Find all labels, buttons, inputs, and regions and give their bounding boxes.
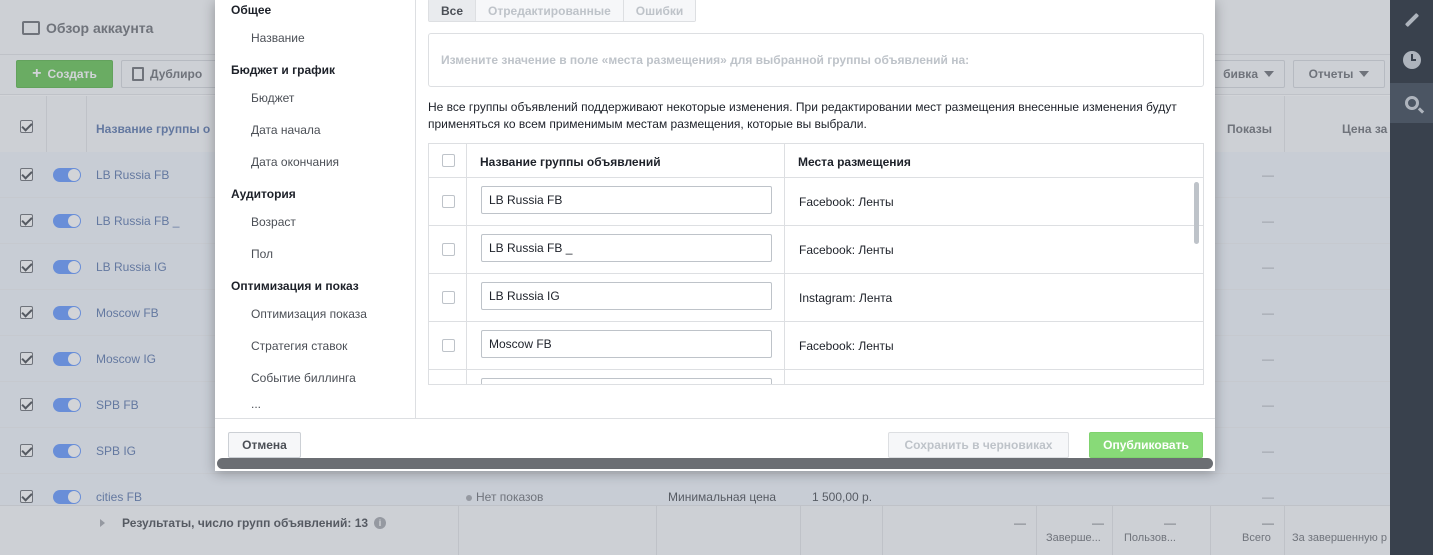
edit-panel: Все Отредактированные Ошибки Измените зн… bbox=[416, 0, 1215, 418]
search-chart-icon bbox=[1404, 96, 1419, 110]
grid-row: Moscow FB Facebook: Ленты bbox=[429, 322, 1203, 370]
placements-change-input[interactable]: Измените значение в поле «места размещен… bbox=[428, 33, 1204, 87]
placements-note: Не все группы объявлений поддерживают не… bbox=[428, 100, 1177, 131]
grid-row-placement-cell bbox=[785, 370, 1203, 384]
sidebar-item-budget[interactable]: Бюджет bbox=[251, 91, 294, 105]
sidebar-item-bid-strategy[interactable]: Стратегия ставок bbox=[251, 339, 347, 353]
sidebar-item-gender[interactable]: Пол bbox=[251, 247, 273, 261]
placement-value: Facebook: Ленты bbox=[799, 339, 894, 353]
placement-value: Facebook: Ленты bbox=[799, 243, 894, 257]
sidebar-group-general[interactable]: Общее bbox=[231, 3, 271, 17]
grid-header-name: Название группы объявлений bbox=[480, 155, 661, 169]
settings-sidebar: Общее Название Бюджет и график Бюджет Да… bbox=[215, 0, 416, 418]
row-checkbox[interactable] bbox=[442, 195, 455, 208]
grid-row-name-cell bbox=[467, 370, 785, 384]
grid-row-placement-cell: Facebook: Ленты bbox=[785, 178, 1203, 225]
horizontal-scrollbar[interactable] bbox=[217, 458, 1213, 469]
dialog-footer: Отмена Сохранить в черновиках Опубликова… bbox=[215, 418, 1215, 471]
grid-header-placements-cell: Места размещения bbox=[785, 144, 1203, 177]
clock-icon bbox=[1402, 51, 1421, 69]
sidebar-item-delivery-optimization[interactable]: Оптимизация показа bbox=[251, 307, 367, 321]
edit-rail-button[interactable] bbox=[1390, 0, 1433, 40]
sidebar-item-end-date[interactable]: Дата окончания bbox=[251, 155, 339, 169]
filter-tabs: Все Отредактированные Ошибки bbox=[428, 0, 697, 22]
row-checkbox[interactable] bbox=[442, 291, 455, 304]
grid-row-select bbox=[429, 178, 467, 225]
ad-set-name-input[interactable]: LB Russia IG bbox=[481, 282, 772, 310]
edit-placements-dialog: Общее Название Бюджет и график Бюджет Да… bbox=[215, 0, 1215, 471]
grid-row: LB Russia FB Facebook: Ленты bbox=[429, 178, 1203, 226]
sidebar-item-billing-event[interactable]: Событие биллинга bbox=[251, 371, 356, 385]
grid-row-name-cell: Moscow FB bbox=[467, 322, 785, 369]
sidebar-group-budget[interactable]: Бюджет и график bbox=[231, 63, 335, 77]
placement-value: Instagram: Лента bbox=[799, 291, 893, 305]
insights-rail-button[interactable] bbox=[1390, 83, 1433, 123]
right-rail bbox=[1390, 0, 1433, 555]
grid-header-name-cell: Название группы объявлений bbox=[467, 144, 785, 177]
grid-row: LB Russia IG Instagram: Лента bbox=[429, 274, 1203, 322]
grid-row-name-cell: LB Russia FB _ bbox=[467, 226, 785, 273]
row-checkbox[interactable] bbox=[442, 339, 455, 352]
tab-edited[interactable]: Отредактированные bbox=[476, 0, 624, 21]
row-checkbox[interactable] bbox=[442, 243, 455, 256]
ad-set-name-input[interactable] bbox=[481, 378, 772, 384]
grid-row-select bbox=[429, 226, 467, 273]
grid-header: Название группы объявлений Места размеще… bbox=[429, 144, 1203, 178]
ad-sets-grid: Название группы объявлений Места размеще… bbox=[428, 143, 1204, 385]
grid-row-select bbox=[429, 370, 467, 384]
grid-row-placement-cell: Facebook: Ленты bbox=[785, 322, 1203, 369]
history-rail-button[interactable] bbox=[1390, 40, 1433, 80]
sidebar-item-more[interactable]: ... bbox=[251, 397, 261, 411]
grid-header-placements: Места размещения bbox=[798, 155, 911, 169]
sidebar-group-optimization[interactable]: Оптимизация и показ bbox=[231, 279, 359, 293]
tab-all[interactable]: Все bbox=[429, 0, 477, 21]
grid-row-placement-cell: Facebook: Ленты bbox=[785, 226, 1203, 273]
grid-row-name-cell: LB Russia IG bbox=[467, 274, 785, 321]
grid-row-placement-cell: Instagram: Лента bbox=[785, 274, 1203, 321]
pencil-icon bbox=[1404, 12, 1419, 28]
grid-row-select bbox=[429, 322, 467, 369]
ad-set-name-input[interactable]: LB Russia FB bbox=[481, 186, 772, 214]
save-draft-button[interactable]: Сохранить в черновиках bbox=[888, 432, 1069, 458]
cancel-button[interactable]: Отмена bbox=[228, 432, 301, 458]
grid-scrollbar[interactable] bbox=[1194, 182, 1199, 244]
sidebar-item-start-date[interactable]: Дата начала bbox=[251, 123, 321, 137]
sidebar-group-audience[interactable]: Аудитория bbox=[231, 187, 296, 201]
grid-row-name-cell: LB Russia FB bbox=[467, 178, 785, 225]
grid-header-select bbox=[429, 144, 467, 177]
publish-button[interactable]: Опубликовать bbox=[1089, 432, 1203, 458]
select-all-checkbox[interactable] bbox=[442, 154, 455, 167]
grid-row-select bbox=[429, 274, 467, 321]
grid-row: LB Russia FB _ Facebook: Ленты bbox=[429, 226, 1203, 274]
tab-errors[interactable]: Ошибки bbox=[623, 0, 696, 21]
ad-set-name-input[interactable]: Moscow FB bbox=[481, 330, 772, 358]
placement-value: Facebook: Ленты bbox=[799, 195, 894, 209]
grid-row-partial bbox=[429, 370, 1203, 384]
sidebar-item-age[interactable]: Возраст bbox=[251, 215, 296, 229]
ad-set-name-input[interactable]: LB Russia FB _ bbox=[481, 234, 772, 262]
sidebar-item-name[interactable]: Название bbox=[251, 31, 305, 45]
